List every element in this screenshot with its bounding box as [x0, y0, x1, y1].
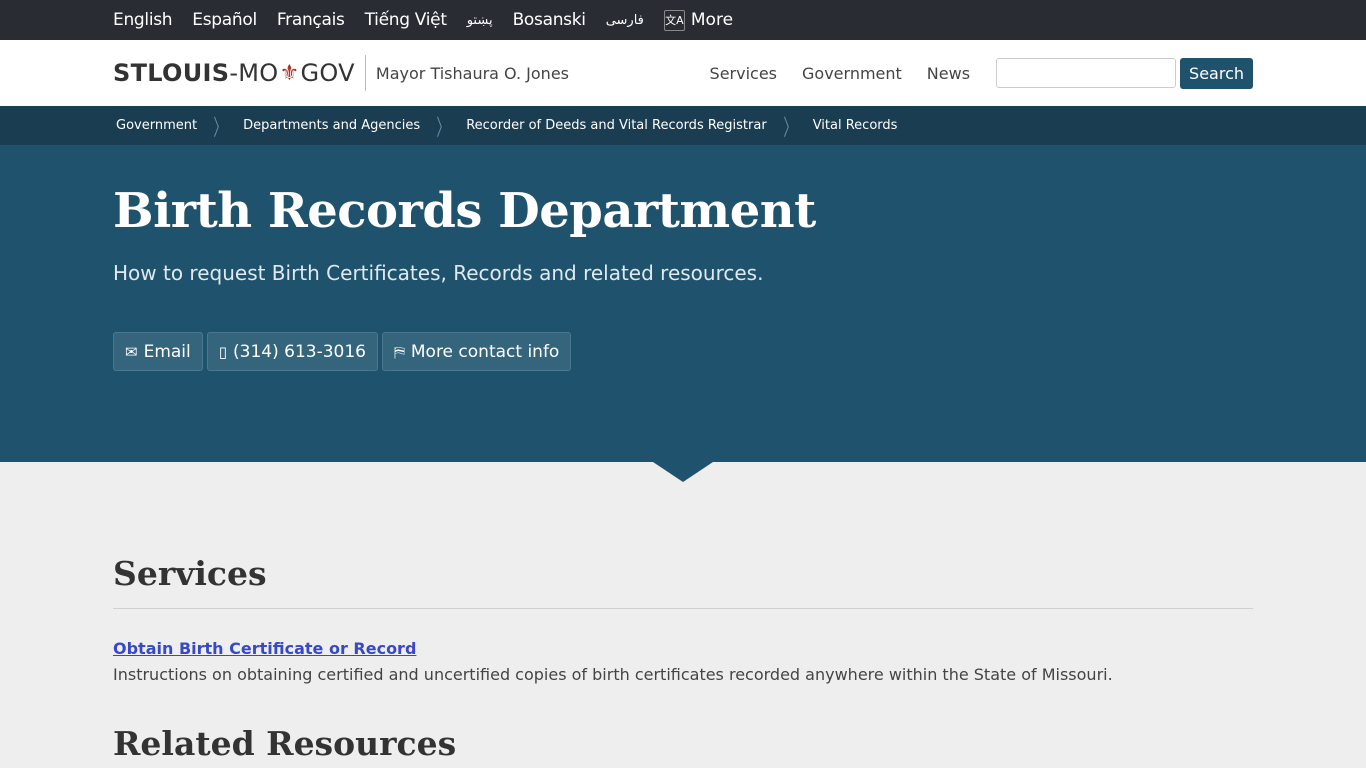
- chevron-right-icon: 〉: [436, 115, 450, 141]
- logo-text-stlouis: STLOUIS: [113, 59, 230, 87]
- mobile-phone-icon: ▯: [218, 342, 228, 361]
- page-lead: How to request Birth Certificates, Recor…: [113, 261, 764, 285]
- more-languages-button[interactable]: 文A More: [663, 9, 734, 31]
- email-label: Email: [143, 341, 191, 362]
- lang-spanish[interactable]: Español: [192, 10, 257, 30]
- more-contact-label: More contact info: [410, 341, 560, 362]
- breadcrumb-vital-records[interactable]: Vital Records: [813, 118, 898, 133]
- lang-french[interactable]: Français: [277, 10, 345, 30]
- more-label: More: [690, 10, 734, 30]
- site-header: STLOUIS -MO ⚜ GOV Mayor Tishaura O. Jone…: [0, 40, 1366, 106]
- services-heading: Services: [113, 554, 267, 593]
- breadcrumb-recorder[interactable]: Recorder of Deeds and Vital Records Regi…: [466, 118, 767, 133]
- logo-divider: [364, 55, 366, 91]
- contact-buttons: ✉ Email ▯ (314) 613-3016 ⛿ More contact …: [113, 332, 1253, 371]
- mayor-link[interactable]: Mayor Tishaura O. Jones: [376, 64, 569, 83]
- logo-text-mo: -MO: [229, 59, 279, 87]
- related-resources-heading: Related Resources: [113, 724, 457, 763]
- lang-bosnian[interactable]: Bosanski: [513, 10, 586, 30]
- search-button[interactable]: Search: [1180, 57, 1253, 89]
- translate-icon: 文A: [663, 9, 685, 31]
- service-link[interactable]: Obtain Birth Certificate or Record: [113, 639, 416, 658]
- nav-government[interactable]: Government: [802, 64, 902, 83]
- email-button[interactable]: ✉ Email: [113, 332, 203, 371]
- lang-vietnamese[interactable]: Tiếng Việt: [365, 10, 447, 30]
- page-title: Birth Records Department: [113, 183, 816, 239]
- map-icon: ⛿: [393, 342, 405, 361]
- fleur-de-lis-icon: ⚜: [279, 60, 300, 86]
- breadcrumb-government[interactable]: Government: [116, 118, 197, 133]
- envelope-icon: ✉: [125, 342, 138, 361]
- logo-text-gov: GOV: [300, 59, 355, 87]
- more-contact-info-button[interactable]: ⛿ More contact info: [381, 332, 572, 371]
- main-nav: Services Government News Search: [685, 57, 1253, 89]
- language-bar: English Español Français Tiếng Việt پښتو…: [0, 0, 1366, 40]
- site-logo[interactable]: STLOUIS -MO ⚜ GOV: [113, 59, 355, 87]
- service-item: Obtain Birth Certificate or Record Instr…: [113, 609, 1253, 684]
- nav-services[interactable]: Services: [710, 64, 777, 83]
- hero-arrow: [653, 462, 713, 482]
- nav-news[interactable]: News: [927, 64, 970, 83]
- search-input[interactable]: [996, 58, 1177, 88]
- lang-pashto[interactable]: پښتو: [467, 13, 493, 28]
- service-description: Instructions on obtaining certified and …: [113, 665, 1113, 684]
- lang-english[interactable]: English: [113, 10, 173, 30]
- phone-label: (314) 613-3016: [233, 341, 366, 362]
- hero-banner: Birth Records Department How to request …: [0, 145, 1366, 482]
- lang-farsi[interactable]: فارسی: [606, 13, 644, 28]
- chevron-right-icon: 〉: [783, 115, 797, 141]
- main-content: Services Obtain Birth Certificate or Rec…: [0, 462, 1366, 763]
- chevron-right-icon: 〉: [213, 115, 227, 141]
- breadcrumb-departments[interactable]: Departments and Agencies: [243, 118, 420, 133]
- phone-button[interactable]: ▯ (314) 613-3016: [206, 332, 378, 371]
- breadcrumb: Government 〉 Departments and Agencies 〉 …: [0, 106, 1366, 145]
